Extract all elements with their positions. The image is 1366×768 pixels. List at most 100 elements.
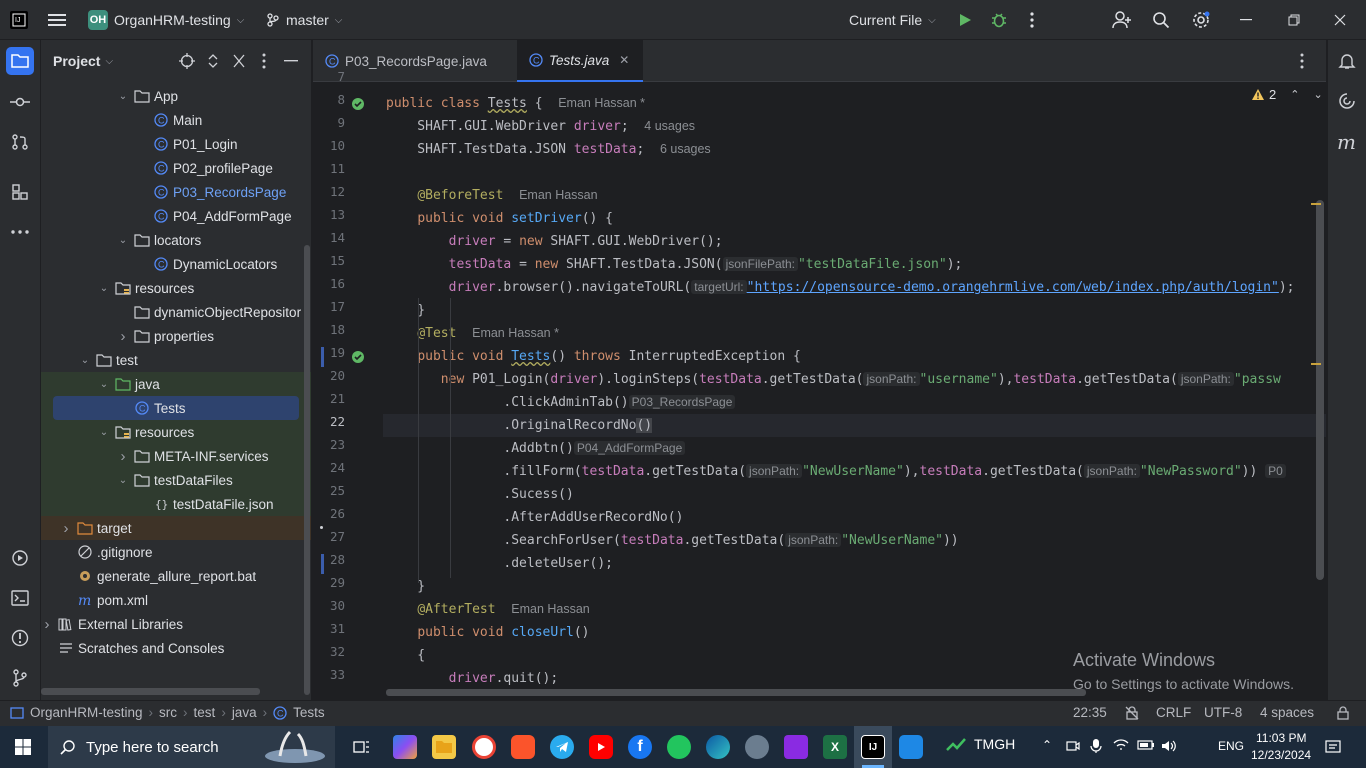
code-content[interactable]: public class Tests { Eman Hassan * SHAFT…: [313, 82, 1326, 700]
youtube-icon[interactable]: [589, 735, 613, 759]
windows-start-icon[interactable]: [15, 739, 31, 755]
tree-item[interactable]: ⌄ resources: [41, 276, 311, 300]
tree-item[interactable]: › META-INF.services: [41, 444, 311, 468]
pull-requests-icon[interactable]: [6, 128, 34, 156]
tree-item[interactable]: C DynamicLocators: [41, 252, 311, 276]
copilot-icon[interactable]: [393, 735, 417, 759]
tree-item[interactable]: ⌄ java: [41, 372, 311, 396]
meet-now-icon[interactable]: [1066, 739, 1080, 753]
battery-icon[interactable]: [1137, 739, 1155, 751]
file-encoding[interactable]: UTF-8: [1204, 705, 1242, 720]
tree-item[interactable]: › External Libraries: [41, 612, 311, 636]
close-window-icon[interactable]: [1334, 0, 1346, 40]
debug-icon[interactable]: [990, 0, 1008, 40]
tree-item[interactable]: .gitignore: [41, 540, 311, 564]
caret-position[interactable]: 22:35: [1073, 705, 1107, 720]
tree-item[interactable]: ⌄ test: [41, 348, 311, 372]
chevron-down-icon[interactable]: ⌵: [105, 56, 113, 67]
telegram-icon[interactable]: [550, 735, 574, 759]
clock-time[interactable]: 11:03 PM: [1256, 731, 1306, 745]
taskbar-search-box[interactable]: Type here to search: [48, 726, 335, 768]
terminal-icon[interactable]: [6, 584, 34, 612]
winrar-icon[interactable]: [784, 735, 808, 759]
task-view-icon[interactable]: [350, 735, 374, 759]
tree-item[interactable]: › properties: [41, 324, 311, 348]
more-tools-icon[interactable]: [6, 218, 34, 246]
clock-date[interactable]: 12/23/2024: [1251, 748, 1311, 762]
project-switcher[interactable]: OH OrganHRM-testing ⌵: [88, 0, 244, 40]
expand-all-icon[interactable]: [207, 53, 219, 69]
chevron-up-icon[interactable]: ⌃: [1290, 88, 1299, 101]
ai-assistant-icon[interactable]: [1338, 92, 1356, 110]
tree-horizontal-scrollbar[interactable]: [41, 688, 260, 695]
readonly-toggle-icon[interactable]: [1125, 706, 1139, 720]
more-actions-icon[interactable]: [1030, 0, 1034, 40]
branch-switcher[interactable]: master ⌵: [266, 0, 342, 40]
chevron-down-icon[interactable]: ⌄: [97, 379, 111, 390]
chevron-up-icon[interactable]: ⌃: [1042, 738, 1052, 752]
project-panel-title[interactable]: Project: [53, 53, 100, 69]
tree-item[interactable]: C Main: [41, 108, 311, 132]
tree-item[interactable]: C P02_profilePage: [41, 156, 311, 180]
chevron-right-icon[interactable]: ›: [116, 448, 130, 465]
tree-item[interactable]: ⌄ App: [41, 84, 311, 108]
chevron-down-icon[interactable]: ⌄: [78, 355, 92, 366]
code-with-me-icon[interactable]: [1112, 0, 1132, 40]
tab-tests[interactable]: C Tests.java ✕: [517, 40, 643, 82]
settings-gear-icon[interactable]: [1191, 0, 1211, 40]
chevron-down-icon[interactable]: ⌄: [1313, 88, 1322, 101]
tree-item[interactable]: {} testDataFile.json: [41, 492, 311, 516]
problems-icon[interactable]: [6, 624, 34, 652]
chevron-down-icon[interactable]: ⌄: [116, 91, 130, 102]
tree-item[interactable]: C Tests: [41, 396, 311, 420]
chevron-down-icon[interactable]: ⌄: [97, 427, 111, 438]
paint-icon[interactable]: [745, 735, 769, 759]
indent-setting[interactable]: 4 spaces: [1260, 705, 1314, 720]
git-icon[interactable]: [6, 664, 34, 692]
tree-item[interactable]: C P04_AddFormPage: [41, 204, 311, 228]
edge-icon[interactable]: [706, 735, 730, 759]
tree-scrollbar[interactable]: [304, 245, 310, 695]
tree-item[interactable]: ⌄ testDataFiles: [41, 468, 311, 492]
facebook-icon[interactable]: f: [628, 735, 652, 759]
lock-icon[interactable]: [1336, 706, 1350, 720]
main-menu-icon[interactable]: [48, 0, 66, 40]
url-link[interactable]: "https://opensource-demo.orangehrmlive.c…: [747, 280, 1279, 295]
notifications-icon[interactable]: [1338, 52, 1356, 70]
chrome-icon[interactable]: [472, 735, 496, 759]
tree-item[interactable]: Scratches and Consoles: [41, 636, 311, 660]
excel-icon[interactable]: X: [823, 735, 847, 759]
tree-item[interactable]: m pom.xml: [41, 588, 311, 612]
close-tab-icon[interactable]: ✕: [619, 53, 629, 67]
notification-center-icon[interactable]: [1325, 739, 1341, 755]
volume-icon[interactable]: [1161, 739, 1177, 753]
problems-indicator[interactable]: 2 ⌃ ⌄: [1251, 87, 1323, 102]
hide-panel-icon[interactable]: [284, 60, 298, 62]
tree-item[interactable]: ⌄ locators: [41, 228, 311, 252]
breadcrumb-item[interactable]: src: [159, 705, 177, 720]
breadcrumb-item[interactable]: OrganHRM-testing: [30, 705, 143, 720]
restore-icon[interactable]: [1288, 0, 1300, 40]
line-separator[interactable]: CRLF: [1156, 705, 1191, 720]
tree-item[interactable]: generate_allure_report.bat: [41, 564, 311, 588]
chevron-down-icon[interactable]: ⌄: [116, 235, 130, 246]
breadcrumb-item[interactable]: test: [194, 705, 216, 720]
collapse-all-icon[interactable]: [233, 54, 245, 68]
chevron-down-icon[interactable]: ⌄: [116, 475, 130, 486]
intellij-taskbar-icon[interactable]: IJ: [861, 735, 885, 759]
project-tool-icon[interactable]: [6, 47, 34, 75]
breadcrumb-item[interactable]: java: [232, 705, 257, 720]
maven-icon[interactable]: m: [1337, 130, 1356, 154]
intellij-logo-icon[interactable]: IJ: [10, 0, 28, 40]
network-icon[interactable]: [1113, 739, 1129, 753]
brave-icon[interactable]: [511, 735, 535, 759]
options-icon[interactable]: [262, 53, 266, 69]
commit-tool-icon[interactable]: [6, 88, 34, 116]
tree-item[interactable]: ⌄ resources: [41, 420, 311, 444]
chevron-down-icon[interactable]: ⌄: [97, 283, 111, 294]
run-config-selector[interactable]: Current File ⌵: [849, 0, 936, 40]
chevron-right-icon[interactable]: ›: [41, 616, 54, 633]
tree-item[interactable]: C P01_Login: [41, 132, 311, 156]
breadcrumb-item[interactable]: Tests: [293, 705, 325, 720]
tree-item[interactable]: › target: [41, 516, 311, 540]
